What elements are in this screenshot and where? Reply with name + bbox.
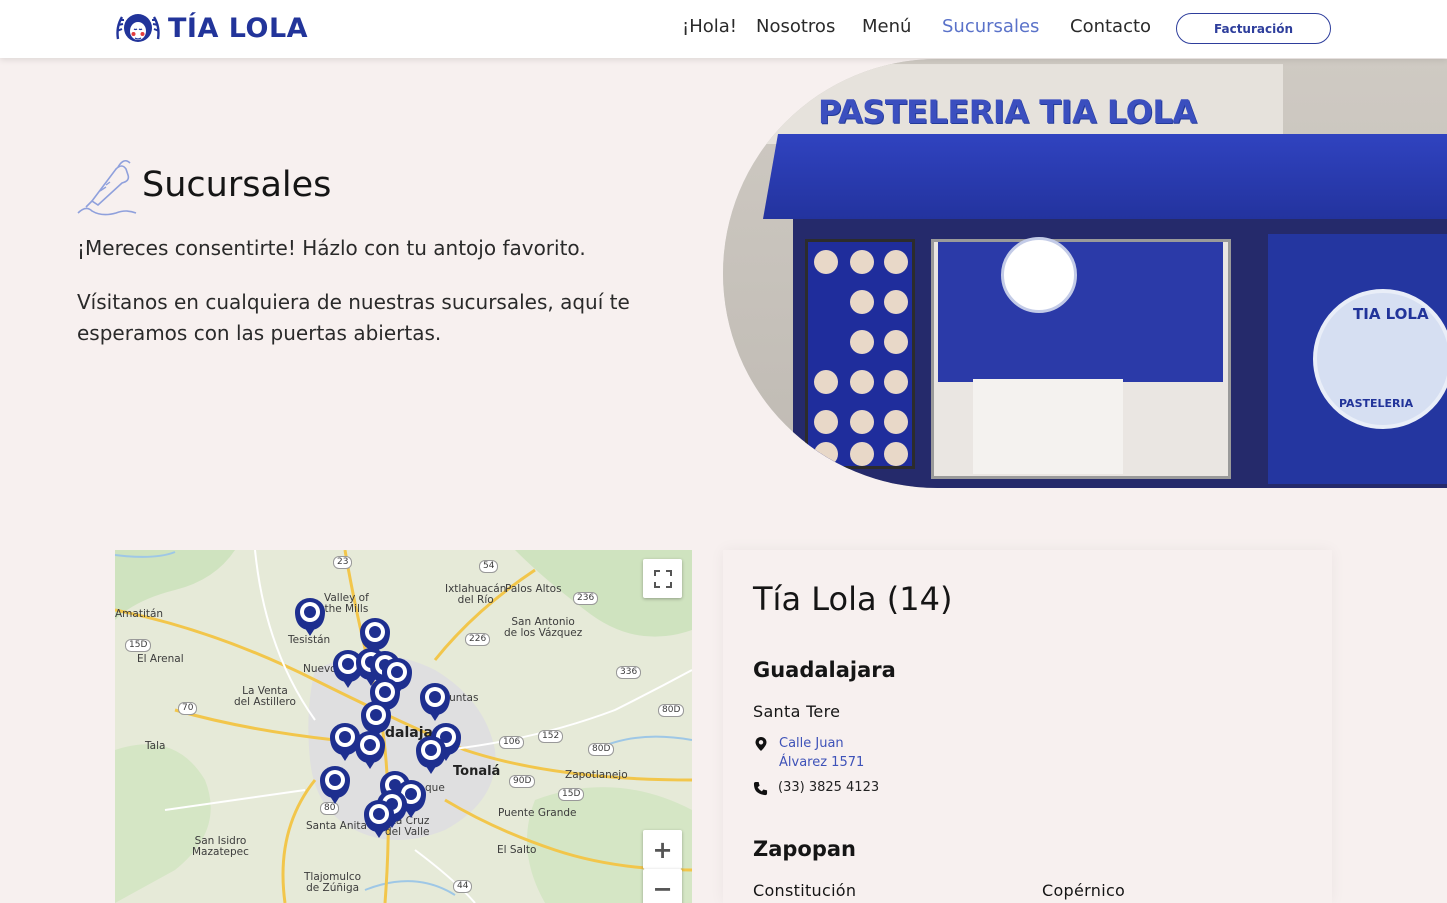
- map-fullscreen-button[interactable]: [643, 559, 682, 598]
- branch-name: Constitución: [753, 881, 857, 900]
- store-sign: PASTELERIA TIA LOLA: [818, 93, 1197, 131]
- city-heading-guadalajara: Guadalajara: [753, 658, 896, 682]
- branches-map[interactable]: 23 54 236 226 15D 70 336 80D 106 152 80D…: [115, 550, 692, 903]
- nav-item-hola[interactable]: ¡Hola!: [682, 16, 737, 37]
- store-logo-badge: TIA LOLA PASTELERIA: [1313, 289, 1447, 429]
- nav-item-menu[interactable]: Menú: [862, 16, 911, 37]
- site-header: TÍA LOLA ¡Hola! Nosotros Menú Sucursales…: [0, 0, 1447, 58]
- branch-name: Copérnico: [1042, 881, 1126, 900]
- nav-item-sucursales[interactable]: Sucursales: [942, 16, 1039, 37]
- brand-logo[interactable]: TÍA LOLA: [114, 9, 308, 47]
- branches-panel: Tía Lola (14) Guadalajara Santa Tere Cal…: [723, 550, 1332, 903]
- branch-address-link[interactable]: Calle Juan Álvarez 1571: [779, 734, 864, 772]
- nav-item-nosotros[interactable]: Nosotros: [756, 16, 835, 37]
- map-zoom-in-button[interactable]: +: [643, 830, 682, 869]
- city-heading-zapopan: Zapopan: [753, 837, 857, 861]
- branch-phone[interactable]: (33) 3825 4123: [778, 780, 879, 795]
- brand-name: TÍA LOLA: [168, 12, 309, 44]
- store-logo-small: [1001, 237, 1077, 313]
- branches-title: Tía Lola (14): [753, 580, 953, 618]
- map-markers: [295, 598, 461, 838]
- store-front-image: PASTELERIA TIA LOLA TIA LOLA PASTELERIA: [723, 59, 1447, 488]
- page-title: Sucursales: [142, 165, 332, 205]
- piping-bag-icon: [77, 159, 137, 216]
- nav-item-contacto[interactable]: Contacto: [1070, 16, 1151, 37]
- location-pin-icon: [755, 737, 767, 751]
- branch-name: Santa Tere: [753, 702, 841, 721]
- hero-tagline: ¡Mereces consentirte! Házlo con tu antoj…: [77, 236, 586, 260]
- logo-face-icon: [116, 14, 160, 42]
- map-zoom-out-button[interactable]: −: [643, 869, 682, 903]
- hero-description: Vísitanos en cualquiera de nuestras sucu…: [77, 290, 630, 345]
- phone-icon: [753, 781, 768, 796]
- menu-board: [805, 239, 915, 469]
- facturacion-button[interactable]: Facturación: [1176, 13, 1331, 44]
- fullscreen-icon: [653, 569, 672, 588]
